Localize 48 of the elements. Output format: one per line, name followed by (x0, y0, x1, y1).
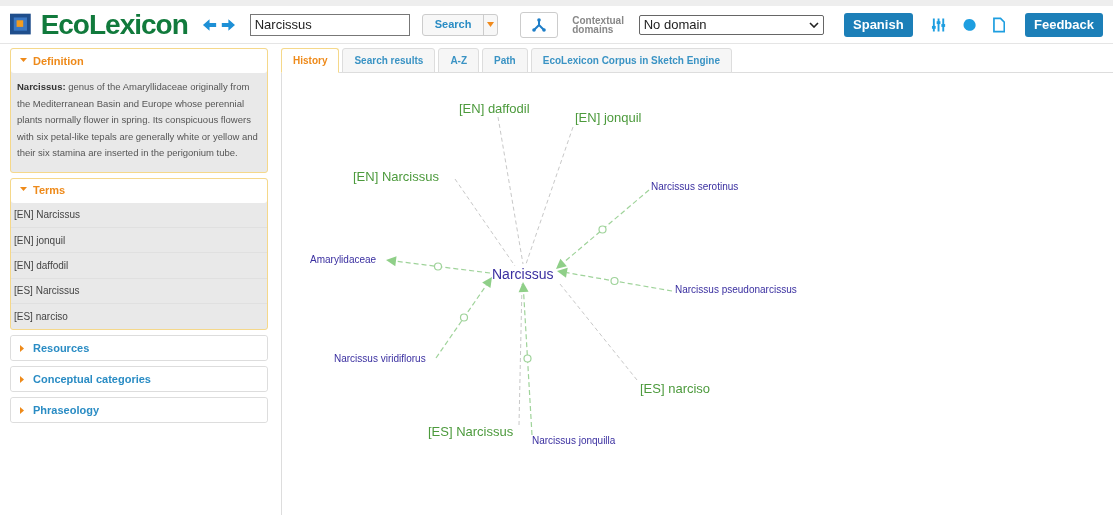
language-button[interactable]: Spanish (844, 12, 913, 37)
caret-icon[interactable] (487, 22, 495, 27)
logo-icon (10, 12, 33, 37)
term-item[interactable]: [EN] jonquil (11, 227, 267, 254)
term-node[interactable]: [ES] narciso (640, 381, 711, 395)
concept-node[interactable]: Narcissus pseudonarcissus (675, 285, 797, 295)
term-node[interactable]: [ES] Narcissus (428, 424, 514, 438)
concept-node[interactable]: Narcissus viridiflorus (334, 354, 426, 364)
feedback-button[interactable]: Feedback (1025, 12, 1103, 37)
accordion-header[interactable]: Resources (11, 336, 267, 361)
central-concept-node[interactable]: Narcissus (492, 267, 554, 281)
search-field[interactable]: Narcissus (249, 13, 410, 36)
accordion-header[interactable]: Phraseology (11, 398, 267, 423)
caret-icon (20, 57, 27, 65)
tab[interactable]: Search results (342, 48, 436, 73)
tab[interactable]: EcoLexicon Corpus in Sketch Engine (530, 48, 732, 73)
term-item[interactable]: [ES] Narcissus (11, 278, 267, 305)
caret-icon (20, 406, 27, 414)
caret-icon (20, 344, 27, 352)
domain-select[interactable]: No domain (638, 14, 824, 35)
term-item[interactable]: [EN] daffodil (11, 253, 267, 279)
graph-button[interactable] (520, 11, 559, 38)
network-icon (532, 17, 547, 32)
concept-node[interactable]: Narcissus serotinus (651, 182, 739, 192)
swap-arrows-icon[interactable] (201, 16, 236, 33)
logo-text: EcoLexicon (40, 10, 188, 39)
chevron-down-icon (809, 21, 819, 28)
tab[interactable]: Path (482, 48, 528, 73)
concept-node[interactable]: Amarylidaceae (310, 255, 377, 265)
tab[interactable]: History (281, 48, 340, 73)
term-item[interactable]: [EN] Narcissus (11, 202, 267, 228)
domains-label: Contextual domains (572, 15, 625, 34)
sliders-icon[interactable] (930, 16, 946, 33)
blob-icon[interactable] (961, 16, 977, 33)
search-button[interactable]: Search (421, 13, 499, 36)
term-node[interactable]: [EN] jonquil (575, 110, 642, 124)
document-icon[interactable] (992, 16, 1005, 33)
term-node[interactable]: [EN] daffodil (459, 101, 530, 115)
definition-text: Narcissus: genus of the Amaryllidaceae originally from the Mediterranean Basin and Europe whose perennial plants normally flower in spring. Its conspicuous flowers with six petal-like tepals are generally white or yellow and their six stamina are inserted in the perigonium tube. (16, 80, 259, 160)
caret-icon (20, 187, 27, 194)
accordion-header[interactable]: Conceptual categories (11, 367, 267, 392)
accordion-header[interactable]: Definition (11, 49, 267, 73)
concept-node[interactable]: Narcissus jonquilla (532, 436, 616, 446)
term-node[interactable]: [EN] Narcissus (353, 169, 439, 183)
accordion-header[interactable]: Terms (11, 178, 267, 203)
term-item[interactable]: [ES] narciso (11, 304, 267, 330)
caret-icon (20, 375, 27, 383)
tab[interactable]: A-Z (438, 48, 480, 73)
